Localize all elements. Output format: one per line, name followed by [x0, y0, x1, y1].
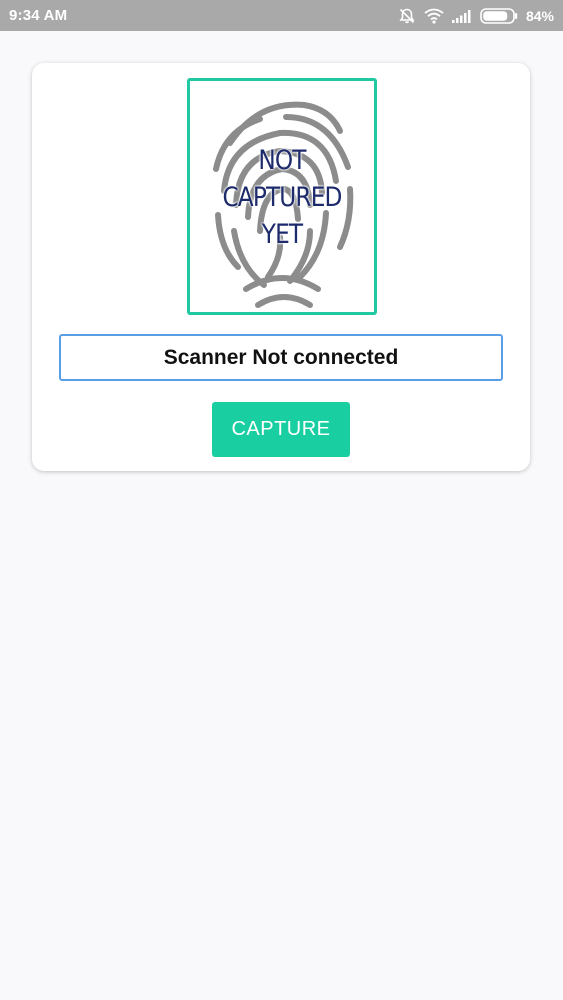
status-bar: 9:34 AM 84%: [0, 0, 563, 31]
wifi-icon: [424, 8, 444, 24]
status-time: 9:34 AM: [9, 7, 68, 24]
capture-button[interactable]: CAPTURE: [212, 402, 350, 457]
fingerprint-overlay-line: NOT: [258, 145, 306, 176]
scanner-status-field: Scanner Not connected: [59, 334, 503, 381]
fingerprint-overlay-line: CAPTURED: [222, 182, 342, 213]
alarm-off-icon: [398, 7, 416, 25]
fingerprint-preview: NOT CAPTURED YET: [187, 78, 377, 315]
fingerprint-overlay-line: YET: [261, 219, 303, 250]
status-icons: 84%: [390, 5, 554, 27]
signal-icon: [451, 9, 472, 23]
battery-icon: [480, 8, 518, 24]
battery-percent: 84%: [525, 8, 554, 24]
capture-card: NOT CAPTURED YET Scanner Not connected C…: [32, 63, 530, 471]
